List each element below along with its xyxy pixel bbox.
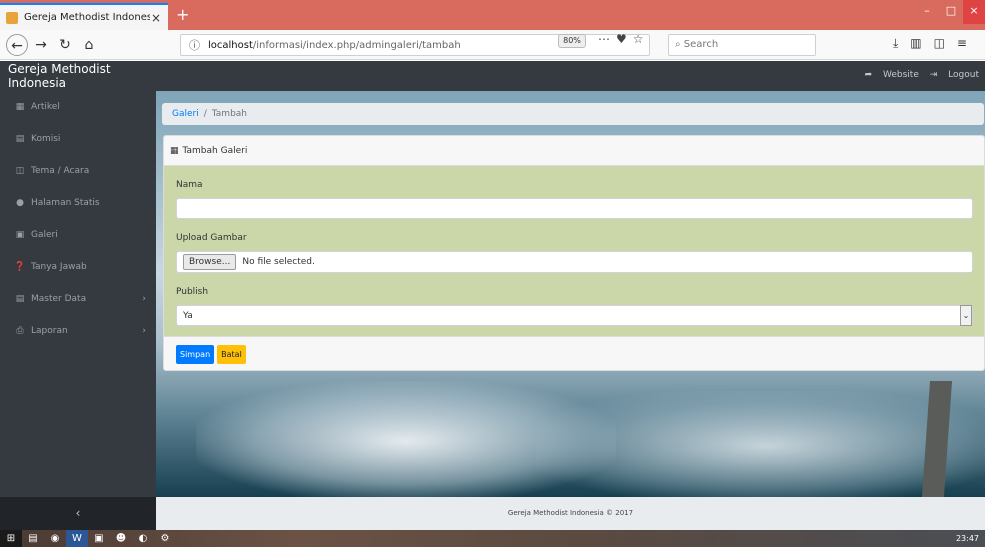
sidebar-item-galeri[interactable]: ▣ Galeri — [0, 219, 156, 251]
logout-link[interactable]: ⇥ Logout — [930, 70, 979, 80]
sidebar-item-tema-acara[interactable]: ◫ Tema / Acara — [0, 155, 156, 187]
breadcrumb-separator: / — [203, 109, 207, 119]
word-icon[interactable]: W — [66, 530, 88, 547]
new-tab-button[interactable]: + — [176, 5, 189, 24]
table-icon: ▦ — [170, 145, 179, 156]
app-header: Gereja Methodist Indonesia ➦ Website ⇥ L… — [0, 61, 985, 91]
sidebar-item-label: Tanya Jawab — [31, 262, 87, 272]
back-icon[interactable]: ← — [6, 33, 28, 56]
sidebar-item-label: Halaman Statis — [31, 198, 100, 208]
tab-title: Gereja Methodist Indonesia — [24, 12, 150, 23]
search-icon: ⌕ — [675, 39, 681, 50]
sidebar-item-label: Master Data — [31, 294, 87, 304]
url-path: /informasi/index.php/admingaleri/tambah — [252, 39, 461, 51]
breadcrumb-link-galeri[interactable]: Galeri — [172, 109, 199, 119]
file-input[interactable]: Browse... No file selected. — [176, 251, 973, 273]
calendar-icon: ◫ — [15, 166, 25, 176]
url-host: localhost — [208, 39, 253, 51]
id-card-icon: ▤ — [15, 134, 25, 144]
sidebar-item-artikel[interactable]: ▦ Artikel — [0, 91, 156, 123]
card-footer: Simpan Batal — [164, 336, 984, 370]
file-explorer-icon[interactable]: ▤ — [22, 530, 44, 547]
site-info-icon[interactable]: ⓘ — [189, 37, 200, 53]
forward-icon[interactable]: → — [30, 34, 52, 56]
close-window-button[interactable]: × — [963, 0, 985, 24]
publish-selected-value: Ya — [183, 310, 193, 321]
image-icon: ▣ — [15, 230, 25, 240]
app-icon[interactable]: ◐ — [132, 530, 154, 547]
home-icon[interactable]: ⌂ — [78, 34, 100, 56]
form-card: ▦ Tambah Galeri Nama Upload Gambar Brows… — [163, 135, 985, 371]
search-placeholder: Search — [683, 39, 719, 50]
sidebar-item-label: Laporan — [31, 326, 68, 336]
sidebar-item-label: Komisi — [31, 134, 61, 144]
sidebar-toggle-button[interactable]: ‹ — [0, 497, 156, 530]
publish-label: Publish — [176, 287, 209, 297]
publish-group: Publish Ya ⌄ — [176, 287, 973, 326]
browse-button[interactable]: Browse... — [183, 254, 237, 270]
card-title: Tambah Galeri — [182, 145, 248, 156]
start-button-icon[interactable]: ⊞ — [0, 530, 22, 547]
info-icon: ● — [16, 198, 24, 208]
minimize-button[interactable]: – — [915, 0, 939, 24]
favicon-icon — [6, 11, 18, 24]
newspaper-icon: ▦ — [15, 102, 25, 112]
page-footer: Gereja Methodist Indonesia © 2017 — [156, 497, 985, 530]
toolbar-icons[interactable]: ⤓▥◫≡ — [893, 36, 979, 51]
tab-close-icon[interactable]: × — [150, 11, 162, 25]
file-status: No file selected. — [242, 257, 315, 267]
website-link[interactable]: ➦ Website — [865, 70, 919, 80]
sidebar: ▦ Artikel ▤ Komisi ◫ Tema / Acara ● Hala… — [0, 91, 156, 497]
sidebar-item-halaman-statis[interactable]: ● Halaman Statis — [0, 187, 156, 219]
reload-icon[interactable]: ↻ — [54, 34, 76, 56]
maximize-button[interactable]: □ — [939, 0, 963, 24]
sidebar-item-label: Galeri — [31, 230, 58, 240]
page-actions-icon[interactable]: ⋯♥☆ — [598, 32, 650, 46]
upload-label: Upload Gambar — [176, 233, 247, 243]
brand-title[interactable]: Gereja Methodist Indonesia — [0, 62, 158, 90]
card-header: ▦ Tambah Galeri — [164, 136, 984, 166]
header-links: ➦ Website ⇥ Logout — [857, 70, 979, 80]
background-cloud — [536, 391, 985, 497]
zoom-level[interactable]: 80% — [558, 34, 586, 48]
chrome-icon[interactable]: ◉ — [44, 530, 66, 547]
publish-select[interactable]: Ya ⌄ — [176, 305, 973, 326]
upload-group: Upload Gambar Browse... No file selected… — [176, 233, 973, 273]
os-taskbar: ⊞ ▤ ◉ W ▣ ☻ ◐ ⚙ 23:47 — [0, 530, 985, 547]
breadcrumb-current: Tambah — [211, 109, 248, 119]
save-button[interactable]: Simpan — [176, 345, 215, 364]
browser-tab[interactable]: Gereja Methodist Indonesia × — [0, 3, 168, 30]
sidebar-item-komisi[interactable]: ▤ Komisi — [0, 123, 156, 155]
sidebar-item-label: Artikel — [31, 102, 60, 112]
card-body: Nama Upload Gambar Browse... No file sel… — [164, 166, 984, 326]
sidebar-item-tanya-jawab[interactable]: ❓ Tanya Jawab — [0, 251, 156, 283]
nama-input[interactable] — [176, 198, 973, 219]
app-icon[interactable]: ⚙ — [154, 530, 176, 547]
nama-group: Nama — [176, 180, 973, 219]
system-clock[interactable]: 23:47 — [956, 530, 979, 547]
sidebar-item-label: Tema / Acara — [31, 166, 90, 176]
cancel-button[interactable]: Batal — [217, 345, 246, 364]
chevron-right-icon: › — [142, 294, 146, 304]
main-content: Galeri / Tambah ▦ Tambah Galeri Nama Upl… — [156, 91, 985, 497]
sidebar-item-master-data[interactable]: ▤ Master Data › — [0, 283, 156, 315]
app-icon[interactable]: ☻ — [110, 530, 132, 547]
search-input[interactable]: ⌕ Search — [668, 34, 816, 56]
browser-tab-strip: Gereja Methodist Indonesia × + – □ × — [0, 0, 985, 30]
print-icon: ⎙ — [16, 326, 24, 336]
question-icon: ❓ — [14, 262, 26, 272]
breadcrumb: Galeri / Tambah — [162, 103, 984, 125]
database-icon: ▤ — [15, 294, 25, 304]
browser-nav-bar: ← → ↻ ⌂ ⓘ localhost/informasi/index.php/… — [0, 30, 985, 60]
chevron-down-icon[interactable]: ⌄ — [960, 305, 972, 326]
firefox-icon[interactable]: ▣ — [88, 530, 110, 547]
window-controls: – □ × — [915, 0, 985, 24]
nama-label: Nama — [176, 180, 203, 190]
chevron-right-icon: › — [142, 326, 146, 336]
sidebar-item-laporan[interactable]: ⎙ Laporan › — [0, 315, 156, 347]
